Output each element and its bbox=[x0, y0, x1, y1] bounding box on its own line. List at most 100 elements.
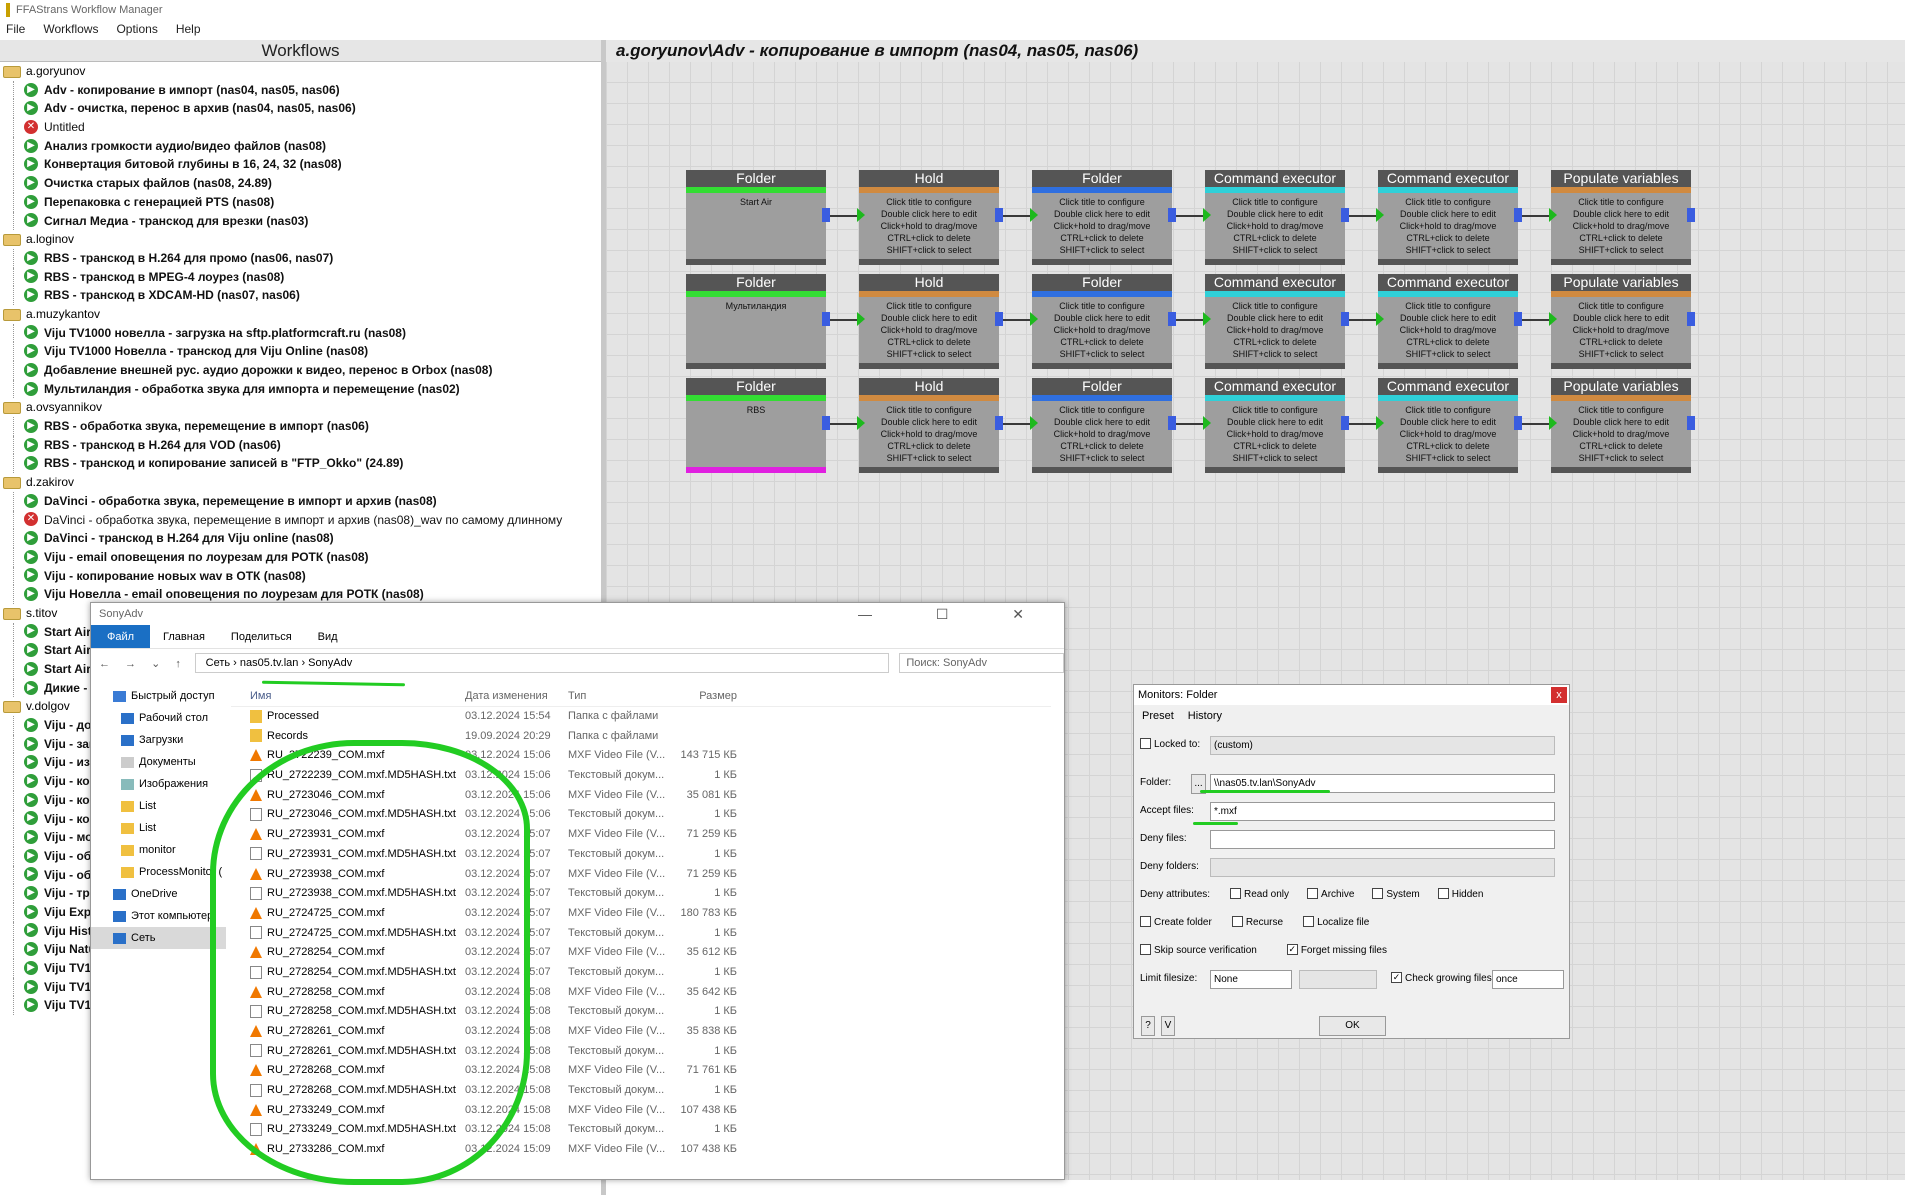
node-body[interactable]: Click title to configure Double click her… bbox=[1032, 297, 1172, 360]
node-title[interactable]: Folder bbox=[686, 378, 826, 395]
nav-buttons[interactable]: ← → ⌄ ↑ bbox=[91, 657, 195, 670]
output-port-icon[interactable] bbox=[1687, 312, 1695, 326]
checkbox[interactable] bbox=[1437, 887, 1449, 899]
node-body[interactable]: Click title to configure Double click her… bbox=[859, 193, 999, 256]
menu-help[interactable]: Help bbox=[170, 22, 213, 40]
workflow-item[interactable]: ▶ Adv - копирование в импорт (nas04, nas0… bbox=[0, 80, 601, 100]
workflow-item[interactable]: ▶ Перепаковка с генерацией PTS (nas08) bbox=[0, 192, 601, 212]
node-body[interactable]: Click title to configure Double click her… bbox=[1205, 297, 1345, 360]
workflow-node[interactable]: Hold Click title to configure Double click… bbox=[857, 274, 1003, 369]
ok-button[interactable]: OK bbox=[1319, 1016, 1386, 1036]
output-port-icon[interactable] bbox=[1168, 208, 1176, 222]
tree-group-folder[interactable]: a.ovsyannikov bbox=[0, 398, 601, 417]
input-port-icon[interactable] bbox=[1549, 208, 1557, 222]
workflow-item[interactable]: ▶ Viju - email оповещения по лоурезам для… bbox=[0, 547, 601, 567]
output-port-icon[interactable] bbox=[1168, 416, 1176, 430]
nav-item[interactable]: Быстрый доступ bbox=[91, 685, 226, 707]
input-port-icon[interactable] bbox=[857, 208, 865, 222]
input-port-icon[interactable] bbox=[1376, 416, 1384, 430]
node-body[interactable]: Click title to configure Double click her… bbox=[1378, 297, 1518, 360]
tree-group-folder[interactable]: d.zakirov bbox=[0, 473, 601, 492]
workflow-node[interactable]: Command executor Click title to configure… bbox=[1203, 274, 1349, 369]
workflow-node[interactable]: Hold Click title to configure Double click… bbox=[857, 378, 1003, 473]
workflow-item[interactable]: ✕ DaVinci - обработка звука, перемещение … bbox=[0, 510, 601, 530]
v-button[interactable]: V bbox=[1161, 1016, 1175, 1036]
nav-item[interactable]: Рабочий стол bbox=[91, 707, 226, 729]
ribbon-tab[interactable]: Поделиться bbox=[218, 625, 305, 648]
column-header[interactable]: Имя bbox=[231, 685, 463, 706]
column-header[interactable]: Размер bbox=[668, 685, 743, 706]
output-port-icon[interactable] bbox=[1341, 312, 1349, 326]
workflow-item[interactable]: ▶ RBS - транскод и копирование записей в … bbox=[0, 454, 601, 473]
node-title[interactable]: Folder bbox=[1032, 378, 1172, 395]
nav-item[interactable]: monitor bbox=[91, 839, 226, 861]
output-port-icon[interactable] bbox=[822, 416, 830, 430]
workflow-item[interactable]: ▶ DaVinci - обработка звука, перемещение … bbox=[0, 491, 601, 511]
workflow-item[interactable]: ▶ DaVinci - транскод в H.264 для Viju onl… bbox=[0, 529, 601, 548]
limit-value-field[interactable] bbox=[1299, 970, 1377, 989]
workflow-node[interactable]: Folder Start Air bbox=[686, 170, 830, 265]
workflow-node[interactable]: Command executor Click title to configure… bbox=[1203, 170, 1349, 265]
workflow-node[interactable]: Folder Click title to configure Double cli… bbox=[1030, 274, 1176, 369]
node-title[interactable]: Populate variables bbox=[1551, 378, 1691, 395]
node-body[interactable]: Click title to configure Double click her… bbox=[1551, 297, 1691, 360]
nav-item[interactable]: List bbox=[91, 817, 226, 839]
input-port-icon[interactable] bbox=[1030, 208, 1038, 222]
node-body[interactable]: Click title to configure Double click her… bbox=[859, 297, 999, 360]
tree-group-folder[interactable]: a.muzykantov bbox=[0, 305, 601, 324]
workflow-item[interactable]: ▶ RBS - транскод в H.264 для VOD (nas06) bbox=[0, 435, 601, 455]
tab-history[interactable]: History bbox=[1188, 710, 1222, 722]
output-port-icon[interactable] bbox=[1687, 208, 1695, 222]
node-title[interactable]: Folder bbox=[686, 170, 826, 187]
nav-item[interactable]: Изображения bbox=[91, 773, 226, 795]
address-path[interactable]: Сеть › nas05.tv.lan › SonyAdv bbox=[194, 653, 890, 673]
menu-options[interactable]: Options bbox=[110, 22, 169, 40]
workflow-item[interactable]: ▶ RBS - транскод в XDCAM-HD (nas07, nas06… bbox=[0, 286, 601, 305]
input-port-icon[interactable] bbox=[1030, 416, 1038, 430]
workflow-node[interactable]: Populate variables Click title to configu… bbox=[1549, 378, 1695, 473]
input-port-icon[interactable] bbox=[857, 416, 865, 430]
nav-item[interactable]: List bbox=[91, 795, 226, 817]
output-port-icon[interactable] bbox=[1514, 416, 1522, 430]
node-body[interactable]: Click title to configure Double click her… bbox=[1378, 401, 1518, 464]
menu-workflows[interactable]: Workflows bbox=[37, 22, 110, 40]
checkbox[interactable] bbox=[1372, 887, 1384, 899]
output-port-icon[interactable] bbox=[995, 208, 1003, 222]
output-port-icon[interactable] bbox=[1341, 208, 1349, 222]
node-title[interactable]: Hold bbox=[859, 378, 999, 395]
node-body[interactable]: Click title to configure Double click her… bbox=[859, 401, 999, 464]
ribbon-tab[interactable]: Вид bbox=[305, 625, 351, 648]
nav-item[interactable]: OneDrive bbox=[91, 883, 226, 905]
checkbox[interactable] bbox=[1140, 915, 1151, 927]
output-port-icon[interactable] bbox=[1168, 312, 1176, 326]
workflow-node[interactable]: Hold Click title to configure Double click… bbox=[857, 170, 1003, 265]
limit-select[interactable]: None bbox=[1210, 970, 1292, 989]
node-body[interactable]: Click title to configure Double click her… bbox=[1032, 401, 1172, 464]
close-icon[interactable]: x bbox=[1551, 687, 1567, 703]
deny-folders-field[interactable] bbox=[1210, 858, 1555, 877]
node-body[interactable]: Click title to configure Double click her… bbox=[1205, 401, 1345, 464]
table-row[interactable]: Processed 03.12.2024 15:54 Папка с файлами bbox=[231, 707, 1051, 727]
node-title[interactable]: Hold bbox=[859, 274, 999, 291]
workflow-item[interactable]: ✕ Untitled bbox=[0, 118, 601, 137]
input-port-icon[interactable] bbox=[1376, 312, 1384, 326]
workflow-node[interactable]: Command executor Click title to configure… bbox=[1376, 378, 1522, 473]
workflow-item[interactable]: ▶ Adv - очистка, перенос в архив (nas04, … bbox=[0, 99, 601, 118]
input-port-icon[interactable] bbox=[1203, 416, 1211, 430]
nav-item[interactable]: Сеть bbox=[91, 927, 226, 949]
input-port-icon[interactable] bbox=[1203, 208, 1211, 222]
tab-preset[interactable]: Preset bbox=[1142, 710, 1174, 722]
node-title[interactable]: Command executor bbox=[1205, 274, 1345, 291]
node-body[interactable]: Click title to configure Double click her… bbox=[1205, 193, 1345, 256]
output-port-icon[interactable] bbox=[822, 208, 830, 222]
workflow-node[interactable]: Folder RBS bbox=[686, 378, 830, 473]
checkbox[interactable] bbox=[1303, 915, 1315, 927]
workflow-node[interactable]: Populate variables Click title to configu… bbox=[1549, 170, 1695, 265]
workflow-item[interactable]: ▶ Viju TV1000 новелла - загрузка на sftp.… bbox=[0, 323, 601, 343]
checkbox[interactable] bbox=[1140, 943, 1151, 955]
locked-checkbox[interactable] bbox=[1140, 737, 1151, 749]
output-port-icon[interactable] bbox=[1687, 416, 1695, 430]
workflow-item[interactable]: ▶ Анализ громкости аудио/видео файлов (na… bbox=[0, 136, 601, 156]
workflow-item[interactable]: ▶ Очистка старых файлов (nas08, 24.89) bbox=[0, 174, 601, 193]
input-port-icon[interactable] bbox=[857, 312, 865, 326]
